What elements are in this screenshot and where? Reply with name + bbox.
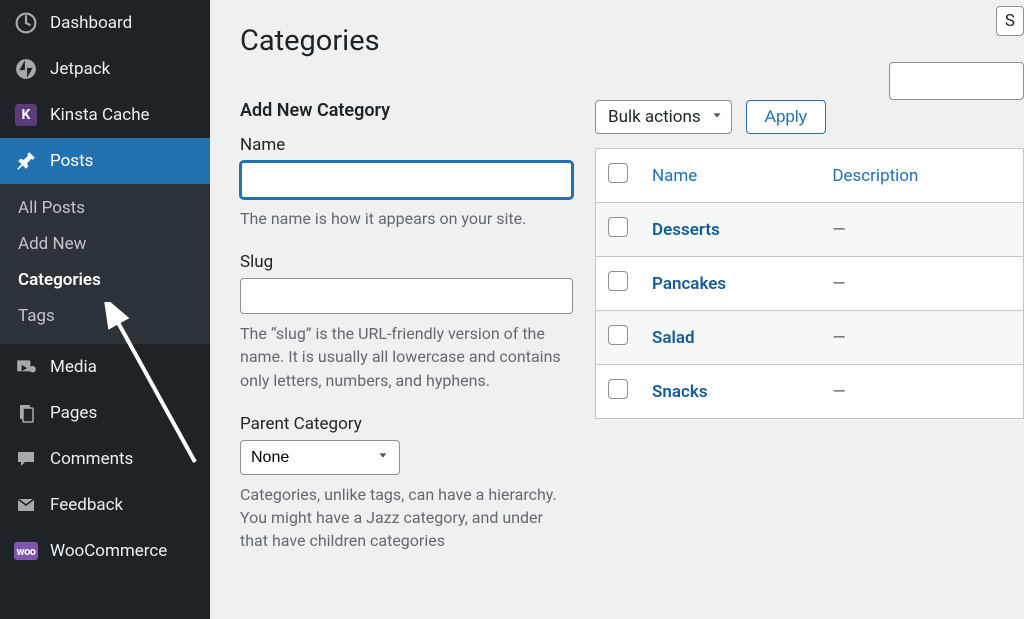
description-cell: — — [820, 257, 1023, 311]
sidebar-label: Kinsta Cache — [50, 105, 150, 125]
feedback-icon — [14, 493, 38, 517]
name-label: Name — [240, 135, 573, 155]
sidebar-item-kinsta[interactable]: K Kinsta Cache — [0, 92, 210, 138]
sidebar-label: Comments — [50, 449, 133, 469]
sidebar-item-pages[interactable]: Pages — [0, 390, 210, 436]
kinsta-icon: K — [14, 103, 38, 127]
page-title: Categories — [240, 24, 1024, 58]
add-category-form: Add New Category Name The name is how it… — [240, 100, 595, 574]
apply-button[interactable]: Apply — [746, 100, 827, 134]
admin-sidebar: Dashboard Jetpack K Kinsta Cache Posts A… — [0, 0, 210, 619]
row-checkbox[interactable] — [608, 271, 628, 291]
slug-help: The “slug” is the URL-friendly version o… — [240, 322, 573, 392]
sidebar-item-comments[interactable]: Comments — [0, 436, 210, 482]
main-content: S Categories Add New Category Name The n… — [210, 0, 1024, 619]
media-icon — [14, 355, 38, 379]
pin-icon — [14, 149, 38, 173]
col-name[interactable]: Name — [640, 149, 820, 203]
sidebar-label: Feedback — [50, 495, 123, 515]
category-slug-input[interactable] — [240, 278, 573, 314]
submenu-tags[interactable]: Tags — [0, 298, 210, 334]
category-link[interactable]: Desserts — [652, 220, 720, 240]
category-name-input[interactable] — [240, 161, 573, 199]
pages-icon — [14, 401, 38, 425]
table-row: Snacks — — [596, 365, 1024, 419]
select-all-checkbox[interactable] — [608, 163, 628, 183]
category-link[interactable]: Snacks — [652, 382, 708, 402]
row-checkbox[interactable] — [608, 217, 628, 237]
chevron-down-icon — [710, 108, 724, 127]
category-link[interactable]: Pancakes — [652, 274, 726, 294]
table-row: Salad — — [596, 311, 1024, 365]
submenu-categories[interactable]: Categories — [0, 262, 210, 298]
sidebar-label: Jetpack — [50, 59, 110, 79]
submenu-all-posts[interactable]: All Posts — [0, 190, 210, 226]
row-checkbox[interactable] — [608, 379, 628, 399]
sidebar-label: WooCommerce — [50, 541, 167, 561]
form-heading: Add New Category — [240, 100, 573, 121]
posts-submenu: All Posts Add New Categories Tags — [0, 184, 210, 344]
col-description[interactable]: Description — [820, 149, 1023, 203]
sidebar-label: Media — [50, 357, 97, 377]
sidebar-label: Posts — [50, 151, 93, 171]
submenu-add-new[interactable]: Add New — [0, 226, 210, 262]
sidebar-item-feedback[interactable]: Feedback — [0, 482, 210, 528]
description-cell: — — [820, 203, 1023, 257]
name-help: The name is how it appears on your site. — [240, 207, 573, 230]
sidebar-item-jetpack[interactable]: Jetpack — [0, 46, 210, 92]
woocommerce-icon: woo — [14, 539, 38, 563]
categories-table: Name Description Desserts — Pancakes — — [595, 148, 1024, 419]
jetpack-icon — [14, 57, 38, 81]
sidebar-item-woocommerce[interactable]: woo WooCommerce — [0, 528, 210, 574]
parent-help: Categories, unlike tags, can have a hier… — [240, 483, 573, 553]
category-link[interactable]: Salad — [652, 328, 695, 348]
sidebar-item-posts[interactable]: Posts — [0, 138, 210, 184]
sidebar-label: Dashboard — [50, 13, 132, 33]
parent-label: Parent Category — [240, 414, 573, 434]
description-cell: — — [820, 311, 1023, 365]
sidebar-item-dashboard[interactable]: Dashboard — [0, 0, 210, 46]
categories-list: Bulk actions Apply Name Description — [595, 100, 1024, 574]
table-row: Desserts — — [596, 203, 1024, 257]
row-checkbox[interactable] — [608, 325, 628, 345]
screen-options-stub[interactable]: S — [996, 6, 1024, 36]
description-cell: — — [820, 365, 1023, 419]
sidebar-label: Pages — [50, 403, 97, 423]
table-row: Pancakes — — [596, 257, 1024, 311]
parent-category-select[interactable]: None — [240, 440, 400, 475]
search-categories-input[interactable] — [889, 62, 1024, 100]
sidebar-item-media[interactable]: Media — [0, 344, 210, 390]
comments-icon — [14, 447, 38, 471]
dashboard-icon — [14, 11, 38, 35]
slug-label: Slug — [240, 252, 573, 272]
